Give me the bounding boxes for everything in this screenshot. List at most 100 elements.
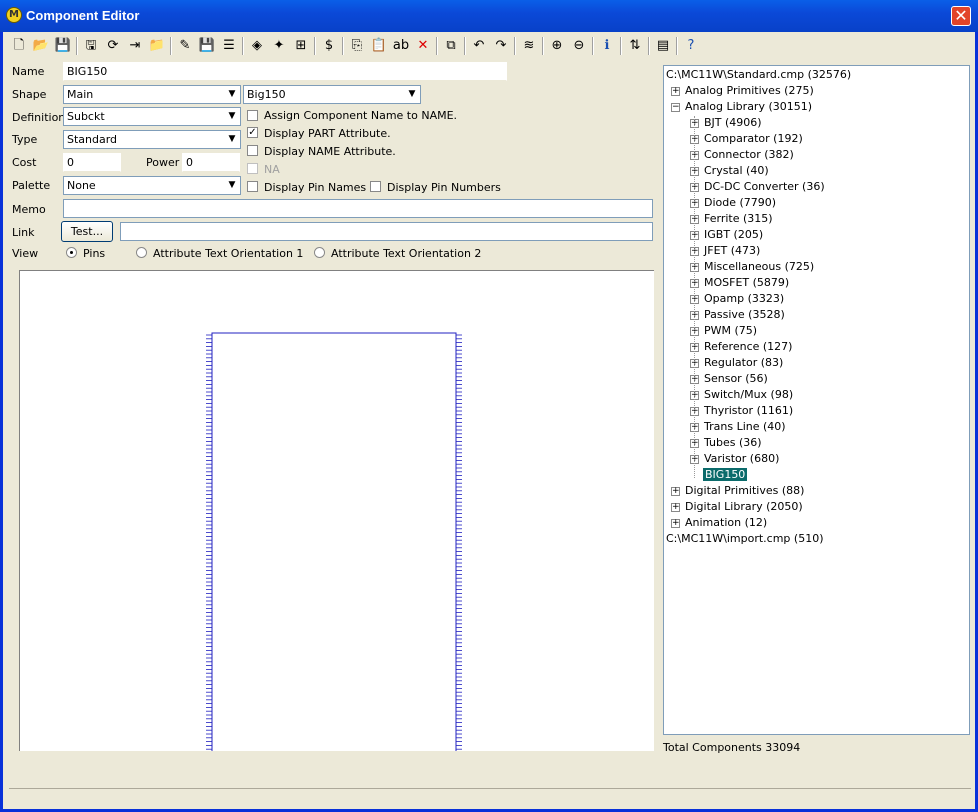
shape-select[interactable]: Main ▼: [63, 85, 241, 104]
tree-node[interactable]: + Digital Library (2050): [671, 499, 803, 515]
zoom-out-icon[interactable]: ⊖: [569, 36, 589, 56]
tree-node[interactable]: + Switch/Mux (98): [690, 387, 793, 403]
save-icon[interactable]: 💾: [53, 36, 73, 56]
paste-icon[interactable]: 📋: [369, 36, 389, 56]
properties-icon[interactable]: ▤: [653, 36, 673, 56]
tree-node[interactable]: + MOSFET (5879): [690, 275, 789, 291]
power-field[interactable]: 0: [182, 153, 240, 172]
find-icon[interactable]: ≋: [519, 36, 539, 56]
tree-node[interactable]: + Miscellaneous (725): [690, 259, 814, 275]
chevron-down-icon[interactable]: ▼: [405, 87, 419, 102]
chevron-down-icon[interactable]: ▼: [225, 87, 239, 102]
tree-node[interactable]: + Crystal (40): [690, 163, 769, 179]
display-pin-numbers-checkbox[interactable]: [370, 181, 381, 192]
tree-node[interactable]: + Thyristor (1161): [690, 403, 793, 419]
refresh-icon[interactable]: ⟳: [103, 36, 123, 56]
component-tree[interactable]: C:\MC11W\Standard.cmp (32576) + Analog Pri…: [663, 65, 970, 735]
toolbar: 🗋 📂 💾 🖫 ⟳ ⇥ 📁 ✎ 💾 ☰ ◈ ✦ ⊞ $ ⎘ 📋 ab ✕ ⧉ ↶ ↷ ≋ ⊕ ⊖ ℹ ⇅ ▤?: [9, 35, 729, 57]
floppy-icon[interactable]: 💾: [197, 36, 217, 56]
tree-node[interactable]: − Analog Library (30151): [671, 99, 812, 115]
rename-icon[interactable]: ab: [391, 36, 411, 56]
tree-node[interactable]: + Sensor (56): [690, 371, 768, 387]
orientation2-radio[interactable]: [314, 247, 325, 258]
tree-node[interactable]: + Varistor (680): [690, 451, 779, 467]
tree-node[interactable]: + PWM (75): [690, 323, 757, 339]
tree-node[interactable]: + Trans Line (40): [690, 419, 786, 435]
memo-field[interactable]: [63, 199, 653, 218]
tree-node[interactable]: + Analog Primitives (275): [671, 83, 814, 99]
na-checkbox[interactable]: [247, 163, 258, 174]
chevron-down-icon[interactable]: ▼: [225, 109, 239, 124]
tree-node[interactable]: + Digital Primitives (88): [671, 483, 804, 499]
collapse-icon[interactable]: −: [671, 103, 680, 112]
tree-node[interactable]: + Passive (3528): [690, 307, 785, 323]
expand-icon[interactable]: +: [671, 519, 680, 528]
copy-icon[interactable]: ⎘: [347, 36, 367, 56]
assign-name-checkbox[interactable]: [247, 110, 258, 121]
cost-field[interactable]: 0: [63, 153, 121, 172]
tree-node[interactable]: + Reference (127): [690, 339, 792, 355]
close-button[interactable]: ✕: [951, 6, 971, 26]
info-icon[interactable]: ℹ: [597, 36, 617, 56]
tree-node[interactable]: + Ferrite (315): [690, 211, 773, 227]
list-icon[interactable]: ☰: [219, 36, 239, 56]
tree-node[interactable]: + IGBT (205): [690, 227, 763, 243]
redo-icon[interactable]: ↷: [491, 36, 511, 56]
folder-icon[interactable]: 📁: [147, 36, 167, 56]
tree-node[interactable]: BIG150: [703, 467, 748, 483]
dollar-icon[interactable]: $: [319, 36, 339, 56]
zoom-in-icon[interactable]: ⊕: [547, 36, 567, 56]
display-name-checkbox[interactable]: [247, 145, 258, 156]
chevron-down-icon[interactable]: ▼: [225, 132, 239, 147]
shape-name-value: Big150: [247, 88, 286, 101]
delete-icon[interactable]: ✕: [413, 36, 433, 56]
pins-radio[interactable]: [66, 247, 77, 258]
merge-icon[interactable]: ⧉: [441, 36, 461, 56]
expand-icon[interactable]: +: [671, 87, 680, 96]
shape-label: Shape: [12, 88, 47, 101]
chevron-down-icon[interactable]: ▼: [225, 178, 239, 193]
definition-select[interactable]: Subckt ▼: [63, 107, 241, 126]
tree-node[interactable]: + Regulator (83): [690, 355, 784, 371]
total-components: Total Components 33094: [663, 741, 801, 754]
test-button[interactable]: Test...: [61, 221, 113, 242]
shape-name-select[interactable]: Big150 ▼: [243, 85, 421, 104]
tree-node[interactable]: + JFET (473): [690, 243, 760, 259]
link-field[interactable]: [120, 222, 653, 241]
expand-icon[interactable]: +: [671, 503, 680, 512]
orientation1-radio[interactable]: [136, 247, 147, 258]
save-as-icon[interactable]: 🖫: [81, 36, 101, 56]
marker-icon[interactable]: ✦: [269, 36, 289, 56]
tree-node-label: Ferrite (315): [704, 212, 773, 225]
new-icon[interactable]: 🗋: [9, 36, 29, 56]
tree-node[interactable]: C:\MC11W\import.cmp (510): [666, 531, 823, 547]
type-select[interactable]: Standard ▼: [63, 130, 241, 149]
paint-icon[interactable]: ◈: [247, 36, 267, 56]
display-part-checkbox[interactable]: ✓: [247, 127, 258, 138]
tree-node[interactable]: C:\MC11W\Standard.cmp (32576): [666, 67, 851, 83]
shape-canvas[interactable]: [19, 270, 654, 751]
tool-icon[interactable]: ✎: [175, 36, 195, 56]
insert-icon[interactable]: ⇥: [125, 36, 145, 56]
pin-icon[interactable]: ⊞: [291, 36, 311, 56]
tree-node-label: Regulator (83): [704, 356, 784, 369]
expand-icon[interactable]: +: [671, 487, 680, 496]
tree-node[interactable]: + Diode (7790): [690, 195, 776, 211]
open-icon[interactable]: 📂: [31, 36, 51, 56]
tree-node[interactable]: + Comparator (192): [690, 131, 803, 147]
tree-node[interactable]: + Tubes (36): [690, 435, 762, 451]
palette-select[interactable]: None ▼: [63, 176, 241, 195]
tree-node[interactable]: + Connector (382): [690, 147, 794, 163]
undo-icon[interactable]: ↶: [469, 36, 489, 56]
tree-node[interactable]: + BJT (4906): [690, 115, 762, 131]
tree-node[interactable]: + Animation (12): [671, 515, 767, 531]
tree-node[interactable]: + Opamp (3323): [690, 291, 784, 307]
tree-node-label: Analog Primitives (275): [685, 84, 814, 97]
name-field[interactable]: BIG150: [63, 62, 507, 81]
tree-node[interactable]: + DC-DC Converter (36): [690, 179, 825, 195]
display-pin-names-checkbox[interactable]: [247, 181, 258, 192]
toolbar-separator: [592, 37, 594, 55]
help-icon[interactable]: ?: [681, 36, 701, 56]
sort-icon[interactable]: ⇅: [625, 36, 645, 56]
component-shape: [206, 332, 462, 751]
